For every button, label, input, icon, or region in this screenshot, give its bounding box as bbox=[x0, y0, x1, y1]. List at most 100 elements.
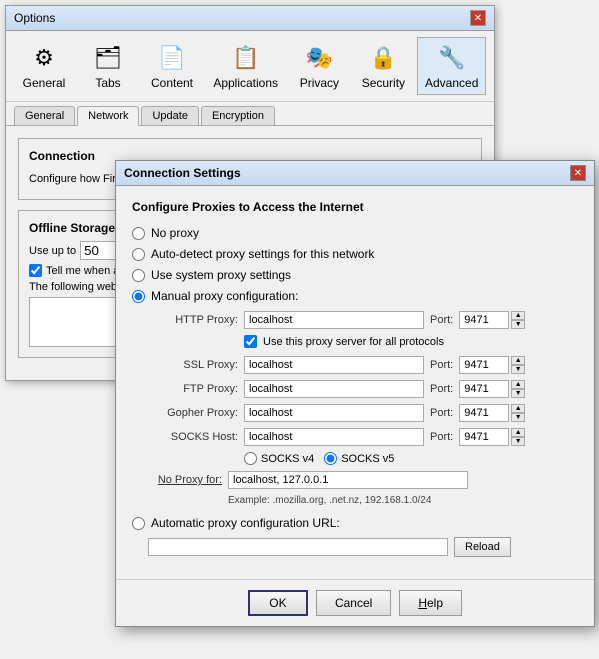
connection-settings-dialog: Connection Settings ✕ Configure Proxies … bbox=[115, 160, 595, 627]
socks-port-down[interactable]: ▼ bbox=[511, 437, 525, 446]
gopher-port-up[interactable]: ▲ bbox=[511, 404, 525, 413]
toolbar-applications[interactable]: 📋 Applications bbox=[206, 37, 285, 95]
options-titlebar: Options ✕ bbox=[6, 6, 494, 31]
no-proxy-for-label[interactable]: No Proxy for: bbox=[132, 474, 222, 486]
socks-port-input[interactable] bbox=[459, 428, 509, 446]
socks-v5-option: SOCKS v5 bbox=[324, 452, 394, 465]
use-all-protocols-label: Use this proxy server for all protocols bbox=[263, 336, 444, 348]
gopher-proxy-row: Gopher Proxy: Port: ▲ ▼ bbox=[148, 404, 578, 422]
toolbar-tabs-label: Tabs bbox=[95, 76, 120, 90]
ssl-port-down[interactable]: ▼ bbox=[511, 365, 525, 374]
ok-button[interactable]: OK bbox=[248, 590, 308, 616]
socks-port-label: Port: bbox=[430, 431, 453, 443]
toolbar-general-label: General bbox=[23, 76, 66, 90]
radio-manual-proxy-label: Manual proxy configuration: bbox=[151, 289, 298, 303]
auto-proxy-url-label: Automatic proxy configuration URL: bbox=[151, 516, 340, 530]
gopher-port-spinner[interactable]: ▲ ▼ bbox=[511, 404, 525, 422]
advanced-icon: 🔧 bbox=[436, 42, 468, 74]
tab-update[interactable]: Update bbox=[141, 106, 198, 125]
dialog-close-button[interactable]: ✕ bbox=[570, 165, 586, 181]
toolbar-content-label: Content bbox=[151, 76, 193, 90]
ssl-port-label: Port: bbox=[430, 359, 453, 371]
tell-me-checkbox[interactable] bbox=[29, 264, 42, 277]
tabs-icon: 🗂 bbox=[92, 42, 124, 74]
toolbar-general[interactable]: ⚙ General bbox=[14, 37, 74, 95]
toolbar-applications-label: Applications bbox=[213, 76, 278, 90]
use-up-to-label: Use up to bbox=[29, 245, 76, 257]
ftp-proxy-input[interactable] bbox=[244, 380, 424, 398]
tab-encryption[interactable]: Encryption bbox=[201, 106, 275, 125]
no-proxy-for-input[interactable] bbox=[228, 471, 468, 489]
applications-icon: 📋 bbox=[230, 42, 262, 74]
radio-manual-proxy[interactable] bbox=[132, 290, 145, 303]
socks-v4-radio[interactable] bbox=[244, 452, 257, 465]
tab-general[interactable]: General bbox=[14, 106, 75, 125]
proxy-fields: HTTP Proxy: Port: ▲ ▼ Use this proxy ser… bbox=[148, 311, 578, 465]
dialog-footer: OK Cancel Help bbox=[116, 579, 594, 626]
use-all-protocols-checkbox[interactable] bbox=[244, 335, 257, 348]
ssl-proxy-input[interactable] bbox=[244, 356, 424, 374]
socks-host-label: SOCKS Host: bbox=[148, 431, 238, 443]
http-port-down[interactable]: ▼ bbox=[511, 320, 525, 329]
cancel-button[interactable]: Cancel bbox=[316, 590, 391, 616]
security-icon: 🔒 bbox=[367, 42, 399, 74]
use-all-protocols-row: Use this proxy server for all protocols bbox=[244, 335, 578, 348]
radio-system-proxy[interactable] bbox=[132, 269, 145, 282]
dialog-header: Configure Proxies to Access the Internet bbox=[132, 200, 578, 214]
radio-no-proxy-row: No proxy bbox=[132, 226, 578, 240]
socks-version-row: SOCKS v4 SOCKS v5 bbox=[244, 452, 578, 465]
socks-port-up[interactable]: ▲ bbox=[511, 428, 525, 437]
socks-host-input[interactable] bbox=[244, 428, 424, 446]
http-port-spinner[interactable]: ▲ ▼ bbox=[511, 311, 525, 329]
reload-button[interactable]: Reload bbox=[454, 537, 511, 557]
toolbar-security-label: Security bbox=[362, 76, 405, 90]
ssl-port-spinner[interactable]: ▲ ▼ bbox=[511, 356, 525, 374]
radio-auto-detect-label: Auto-detect proxy settings for this netw… bbox=[151, 247, 374, 261]
example-text: Example: .mozilla.org, .net.nz, 192.168.… bbox=[228, 495, 578, 506]
dialog-title: Connection Settings bbox=[124, 166, 241, 180]
radio-system-proxy-row: Use system proxy settings bbox=[132, 268, 578, 282]
auto-proxy-url-row: Automatic proxy configuration URL: bbox=[132, 516, 578, 530]
general-icon: ⚙ bbox=[28, 42, 60, 74]
toolbar-privacy[interactable]: 🎭 Privacy bbox=[289, 37, 349, 95]
gopher-port-input[interactable] bbox=[459, 404, 509, 422]
dialog-titlebar: Connection Settings ✕ bbox=[116, 161, 594, 186]
privacy-icon: 🎭 bbox=[303, 42, 335, 74]
auto-proxy-url-input[interactable] bbox=[148, 538, 448, 556]
toolbar-advanced[interactable]: 🔧 Advanced bbox=[417, 37, 486, 95]
ftp-port-label: Port: bbox=[430, 383, 453, 395]
options-title: Options bbox=[14, 11, 55, 25]
ftp-port-spinner[interactable]: ▲ ▼ bbox=[511, 380, 525, 398]
http-proxy-label: HTTP Proxy: bbox=[148, 314, 238, 326]
http-proxy-input[interactable] bbox=[244, 311, 424, 329]
tab-network[interactable]: Network bbox=[77, 106, 139, 126]
radio-manual-proxy-row: Manual proxy configuration: bbox=[132, 289, 578, 303]
radio-no-proxy[interactable] bbox=[132, 227, 145, 240]
radio-auto-detect[interactable] bbox=[132, 248, 145, 261]
radio-system-proxy-label: Use system proxy settings bbox=[151, 268, 291, 282]
toolbar-content[interactable]: 📄 Content bbox=[142, 37, 202, 95]
http-proxy-row: HTTP Proxy: Port: ▲ ▼ bbox=[148, 311, 578, 329]
toolbar-advanced-label: Advanced bbox=[425, 76, 478, 90]
options-close-button[interactable]: ✕ bbox=[470, 10, 486, 26]
help-button[interactable]: Help bbox=[399, 590, 462, 616]
options-toolbar: ⚙ General 🗂 Tabs 📄 Content 📋 Application… bbox=[6, 31, 494, 102]
toolbar-tabs[interactable]: 🗂 Tabs bbox=[78, 37, 138, 95]
socks-v5-label: SOCKS v5 bbox=[341, 453, 394, 465]
socks-v5-radio[interactable] bbox=[324, 452, 337, 465]
ftp-port-down[interactable]: ▼ bbox=[511, 389, 525, 398]
socks-host-row: SOCKS Host: Port: ▲ ▼ bbox=[148, 428, 578, 446]
ssl-port-input[interactable] bbox=[459, 356, 509, 374]
toolbar-security[interactable]: 🔒 Security bbox=[353, 37, 413, 95]
ssl-port-up[interactable]: ▲ bbox=[511, 356, 525, 365]
socks-port-spinner[interactable]: ▲ ▼ bbox=[511, 428, 525, 446]
ftp-port-input[interactable] bbox=[459, 380, 509, 398]
no-proxy-for-row: No Proxy for: bbox=[132, 471, 578, 489]
radio-auto-url[interactable] bbox=[132, 517, 145, 530]
radio-auto-detect-row: Auto-detect proxy settings for this netw… bbox=[132, 247, 578, 261]
gopher-proxy-input[interactable] bbox=[244, 404, 424, 422]
ftp-port-up[interactable]: ▲ bbox=[511, 380, 525, 389]
http-port-up[interactable]: ▲ bbox=[511, 311, 525, 320]
gopher-port-down[interactable]: ▼ bbox=[511, 413, 525, 422]
http-port-input[interactable] bbox=[459, 311, 509, 329]
